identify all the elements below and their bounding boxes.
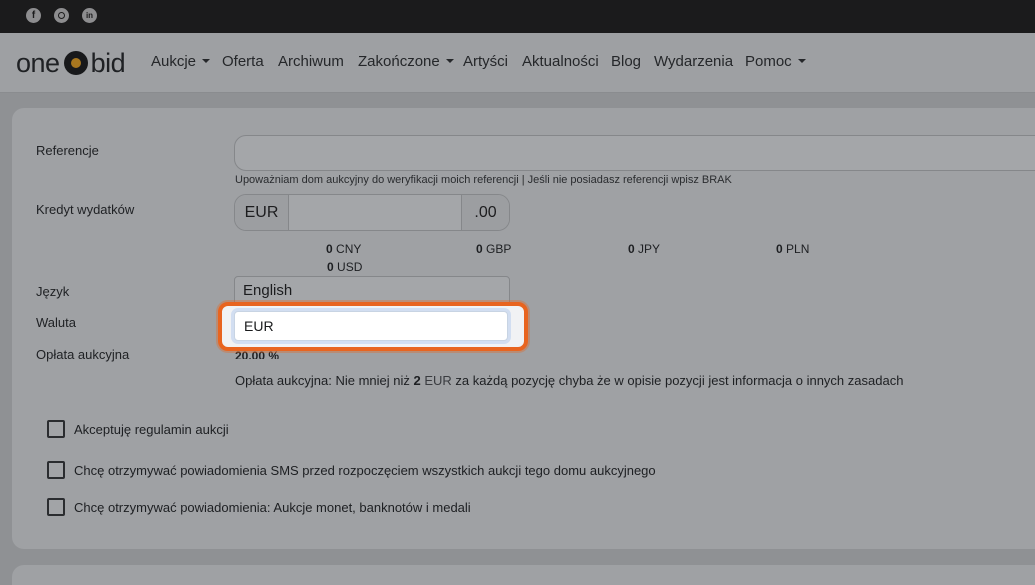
nav-item-artysci[interactable]: Artyści [463,53,508,70]
nav-item-pomoc[interactable]: Pomoc [745,53,806,70]
nav-item-oferta[interactable]: Oferta [222,53,264,70]
sms-notifications-label: Chcę otrzymywać powiadomienia SMS przed … [74,462,656,478]
sms-notifications-checkbox[interactable] [47,461,65,479]
logo-text-left: one [16,47,60,78]
language-label: Język [36,284,70,299]
credit-amount-input[interactable] [289,195,461,230]
logo[interactable]: one bid [16,45,126,81]
instagram-icon[interactable] [54,8,69,23]
linkedin-icon[interactable]: in [82,8,97,23]
facebook-icon[interactable]: f [26,8,41,23]
nav-item-aukcje[interactable]: Aukcje [151,53,211,70]
chevron-down-icon [202,59,211,63]
currency-label: Waluta [36,315,76,330]
auction-fee-label: Opłata aukcyjna [36,347,130,362]
logo-mark-icon [63,51,88,75]
conversion-cny: 0 CNY [326,242,362,256]
accept-terms-checkbox[interactable] [47,420,65,438]
references-input[interactable] [234,135,1035,171]
logo-text-right: bid [90,47,126,78]
nav-item-wydarzenia[interactable]: Wydarzenia [654,53,733,70]
nav-item-aktualnosci[interactable]: Aktualności [522,53,599,70]
conversion-pln: 0 PLN [776,242,810,256]
auction-fee-note: Opłata aukcyjna: Nie mniej niż 2 EUR za … [235,373,904,388]
category-notifications-label: Chcę otrzymywać powiadomienia: Aukcje mo… [74,499,471,515]
credit-currency-prefix: EUR [235,195,289,230]
currency-select[interactable]: EUR [234,311,508,341]
accept-terms-label: Akceptuję regulamin aukcji [74,421,229,437]
category-notifications-checkbox-row[interactable]: Chcę otrzymywać powiadomienia: Aukcje mo… [47,498,471,516]
credit-label: Kredyt wydatków [36,202,135,217]
credit-input-group: EUR .00 [234,194,510,231]
nav-item-archiwum[interactable]: Archiwum [278,53,344,70]
conversion-usd: 0 USD [327,260,363,274]
main-navbar: one bid Aukcje Oferta Archiwum Zakończon… [0,33,1035,93]
sms-notifications-checkbox-row[interactable]: Chcę otrzymywać powiadomienia SMS przed … [47,461,656,479]
nav-item-blog[interactable]: Blog [611,53,641,70]
chevron-down-icon [445,59,454,63]
conversion-gbp: 0 GBP [476,242,512,256]
chevron-down-icon [797,59,806,63]
top-bar: f in [0,0,1035,33]
conversion-jpy: 0 JPY [628,242,661,256]
next-card [12,565,1035,585]
references-label: Referencje [36,143,99,158]
references-hint: Upoważniam dom aukcyjny do weryfikacji m… [235,174,732,186]
credit-decimal-suffix: .00 [461,195,509,230]
accept-terms-checkbox-row[interactable]: Akceptuję regulamin aukcji [47,420,229,438]
nav-item-zakonczone[interactable]: Zakończone [358,53,454,70]
category-notifications-checkbox[interactable] [47,498,65,516]
